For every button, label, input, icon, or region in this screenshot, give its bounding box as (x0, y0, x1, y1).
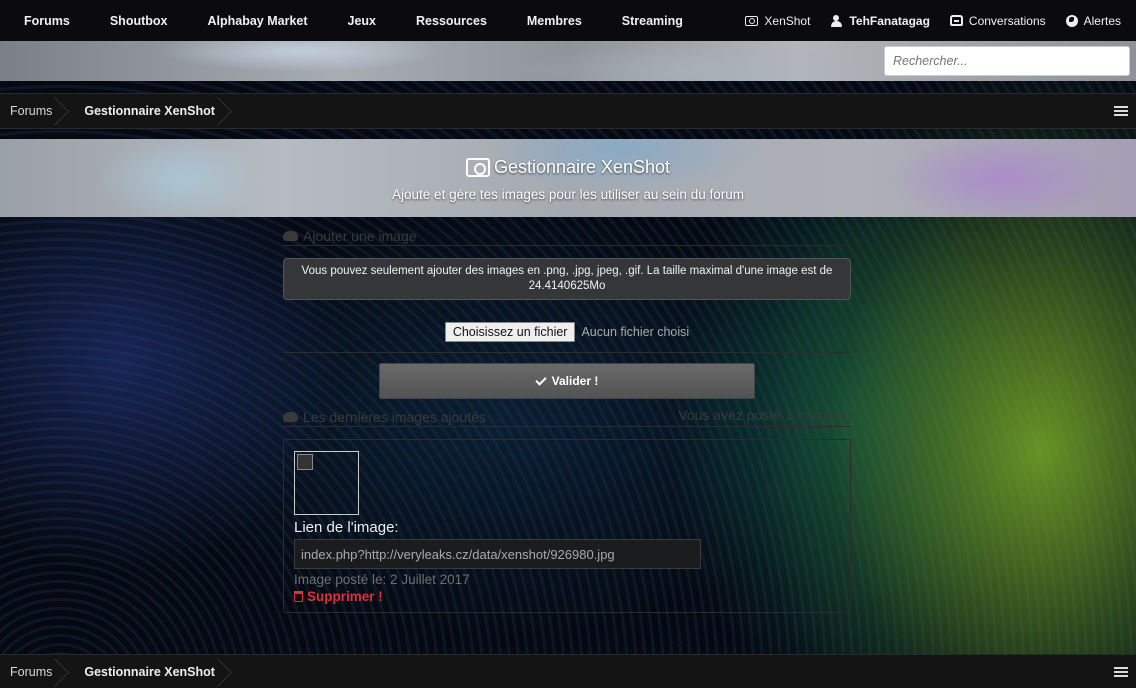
breadcrumb-forums[interactable]: Forums (0, 94, 72, 128)
recent-section-title-text: Les dernières images ajoutés (303, 408, 486, 425)
submit-button[interactable]: Valider ! (379, 363, 755, 399)
breadcrumb-current-label: Gestionnaire XenShot (84, 104, 215, 118)
camera-icon (745, 15, 759, 26)
page-title: Gestionnaire XenShot (465, 157, 671, 178)
top-navigation: Forums Shoutbox Alphabay Market Jeux Res… (0, 0, 1136, 41)
trash-icon (294, 591, 303, 602)
image-count: Vous avez posté 1 image(s) (678, 407, 851, 423)
submit-button-label: Valider ! (551, 374, 599, 388)
delete-button-label: Supprimer ! (307, 589, 383, 604)
breadcrumb-current[interactable]: Gestionnaire XenShot (72, 94, 235, 128)
breadcrumb-separator (60, 94, 72, 130)
choose-file-button[interactable]: Choisissez un fichier (444, 322, 576, 342)
user-icon (830, 14, 843, 27)
image-post-date: Image posté le: 2 Juillet 2017 (294, 572, 470, 587)
footer-breadcrumb: Forums Gestionnaire XenShot (0, 654, 1136, 688)
nav-alphabay-market[interactable]: Alphabay Market (187, 0, 327, 41)
nav-shoutbox[interactable]: Shoutbox (90, 0, 188, 41)
nav-conversations-label: Conversations (968, 13, 1046, 28)
nav-conversations[interactable]: Conversations (940, 0, 1056, 41)
page-header: Gestionnaire XenShot Ajoute et gère tes … (0, 139, 1136, 217)
xenshot-manager: Ajouter une image Vous pouvez seulement … (283, 226, 851, 613)
nav-user[interactable]: TehFanatagag (820, 0, 939, 41)
nav-account-area: XenShot TehFanatagag Conversations Alert… (735, 0, 1136, 41)
camera-icon (465, 158, 490, 177)
breadcrumb-current-label: Gestionnaire XenShot (84, 665, 215, 679)
list-icon[interactable] (1114, 106, 1128, 117)
globe-icon (1065, 14, 1078, 27)
image-link-label: Lien de l'image: (294, 519, 399, 536)
nav-alerts-label: Alertes (1083, 13, 1121, 28)
upload-section-title: Ajouter une image (283, 226, 851, 246)
nav-links: Forums Shoutbox Alphabay Market Jeux Res… (0, 0, 703, 41)
page-subtitle: Ajoute et gère tes images pour les utili… (392, 187, 744, 202)
breadcrumb-separator (223, 94, 235, 130)
inbox-icon (949, 15, 963, 26)
page-title-text: Gestionnaire XenShot (493, 157, 671, 177)
upload-section-title-text: Ajouter une image (303, 227, 417, 244)
upload-notice: Vous pouvez seulement ajouter des images… (283, 258, 851, 300)
recent-section-title: Les dernières images ajoutés Vous avez p… (283, 407, 851, 427)
breadcrumb: Forums Gestionnaire XenShot (0, 93, 1136, 129)
breadcrumb-separator (223, 655, 235, 688)
nav-membres[interactable]: Membres (507, 0, 602, 41)
nav-ressources[interactable]: Ressources (396, 0, 507, 41)
search-input[interactable] (884, 46, 1130, 76)
image-card: Lien de l'image: Image posté le: 2 Juill… (283, 439, 851, 613)
nav-forums[interactable]: Forums (0, 0, 90, 41)
check-icon (534, 373, 547, 386)
file-status: Aucun fichier choisi (581, 325, 690, 339)
breadcrumb-current[interactable]: Gestionnaire XenShot (72, 655, 235, 688)
header-band (0, 41, 1136, 81)
divider (283, 352, 851, 353)
nav-streaming[interactable]: Streaming (602, 0, 703, 41)
nav-jeux[interactable]: Jeux (328, 0, 397, 41)
nav-user-label: TehFanatagag (849, 13, 930, 28)
breadcrumb-forums[interactable]: Forums (0, 655, 72, 688)
file-picker: Choisissez un fichier Aucun fichier choi… (283, 322, 851, 342)
cloud-upload-icon (283, 411, 298, 422)
delete-button[interactable]: Supprimer ! (294, 589, 840, 604)
list-icon[interactable] (1114, 667, 1128, 678)
breadcrumb-separator (60, 655, 72, 688)
nav-xenshot[interactable]: XenShot (735, 0, 820, 41)
nav-xenshot-label: XenShot (764, 13, 811, 28)
nav-alerts[interactable]: Alertes (1056, 0, 1136, 41)
cloud-upload-icon (283, 230, 298, 241)
image-link-field[interactable] (294, 539, 701, 569)
image-thumbnail[interactable] (294, 451, 359, 515)
